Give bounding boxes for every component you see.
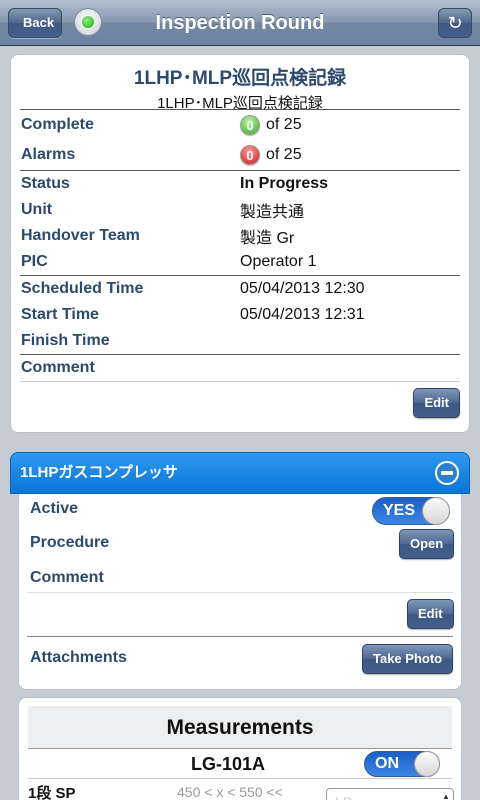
handover-team-label: Handover Team [21,227,140,244]
complete-count-badge: 0 [240,115,260,135]
scheduled-time-row: Scheduled Time 05/04/2013 12:30 [20,276,460,302]
equipment-comment-label: Comment [30,569,104,586]
equipment-section-body: Active YES Procedure Open Comment Edit A… [18,494,462,690]
status-value: In Progress [240,175,329,192]
complete-row: Complete 0 of 25 [20,112,460,138]
stepper-arrows-icon[interactable]: ▲▼ [441,791,451,800]
refresh-button[interactable]: ↻ [438,8,472,38]
alarms-total: of 25 [266,146,302,164]
unit-value: 製造共通 [240,204,305,221]
collapse-minus-icon[interactable] [435,461,459,485]
attachments-label: Attachments [30,649,127,666]
round-details: Complete 0 of 25 Alarms 0 of 25 Status In … [20,109,460,382]
measurement-row-label: 1段 SP [28,785,76,800]
edit-equipment-comment-button[interactable]: Edit [407,599,454,629]
measurement-tag-row: LG-101A ON [28,749,452,779]
round-info-card: 1LHP･MLP巡回点検記録 1LHP･MLP巡回点検記録 Complete 0… [10,54,470,433]
active-toggle[interactable]: YES [372,497,450,525]
comment-row: Comment [20,355,460,381]
pic-label: PIC [21,253,48,270]
measurement-input[interactable]: LP ▲▼ [326,788,454,800]
take-photo-button[interactable]: Take Photo [362,644,454,674]
alarms-count-badge: 0 [240,145,260,165]
measurement-toggle-label: ON [375,755,399,772]
round-title-block: 1LHP･MLP巡回点検記録 1LHP･MLP巡回点検記録 [11,63,469,113]
divider [27,636,453,637]
divider [27,592,453,593]
complete-value: 0 of 25 [240,115,302,135]
page-title: Inspection Round [155,12,325,34]
measurements-title: Measurements [28,706,452,749]
alarms-label: Alarms [21,146,76,163]
measurement-toggle[interactable]: ON [364,751,440,777]
back-button-label: Back [23,15,55,30]
active-label: Active [30,500,79,517]
equipment-title: 1LHPガスコンプレッサ [20,464,178,481]
refresh-icon: ↻ [447,13,463,33]
divider [20,381,460,382]
unit-row: Unit 製造共通 [20,197,460,223]
measurements-card: Measurements LG-101A ON 1段 SP 450 < x < … [18,697,462,800]
start-time-value: 05/04/2013 12:31 [240,306,365,323]
back-button[interactable]: Back [8,8,62,38]
procedure-label: Procedure [30,534,110,551]
scheduled-time-value: 05/04/2013 12:30 [240,280,365,297]
start-time-label: Start Time [21,306,99,323]
start-time-row: Start Time 05/04/2013 12:31 [20,302,460,328]
round-title: 1LHP･MLP巡回点検記録 [133,68,347,89]
equipment-section-header[interactable]: 1LHPガスコンプレッサ [10,452,470,494]
edit-round-button[interactable]: Edit [413,388,460,418]
toggle-knob [422,497,450,525]
alarms-value: 0 of 25 [240,145,302,165]
handover-team-value: 製造 Gr [240,230,295,247]
open-procedure-button[interactable]: Open [399,529,455,559]
measurement-range: 450 < x < 550 << [177,784,283,800]
status-label: Status [21,175,70,192]
finish-time-row: Finish Time [20,328,460,354]
pic-row: PIC Operator 1 [20,249,460,275]
pic-value: Operator 1 [240,253,317,270]
status-row: Status In Progress [20,171,460,197]
measurement-input-placeholder: LP [335,794,352,800]
unit-label: Unit [21,201,53,218]
complete-label: Complete [21,116,94,133]
complete-total: of 25 [266,116,302,134]
active-toggle-label: YES [383,502,416,519]
handover-team-row: Handover Team 製造 Gr [20,223,460,249]
alarms-row: Alarms 0 of 25 [20,142,460,168]
connection-status-icon [74,8,102,36]
finish-time-label: Finish Time [21,332,110,349]
toggle-knob [414,751,440,777]
divider [20,109,460,110]
scheduled-time-label: Scheduled Time [21,280,144,297]
comment-label: Comment [21,359,95,376]
navigation-bar: Back Inspection Round ↻ [0,0,480,46]
